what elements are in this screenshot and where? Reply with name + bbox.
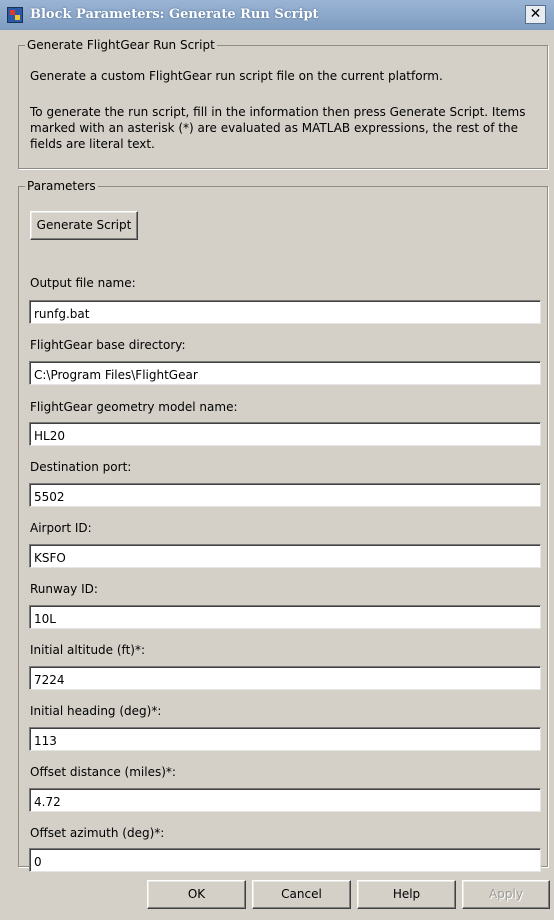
destination-port-field[interactable] xyxy=(29,483,541,507)
offset-azimuth-label: Offset azimuth (deg)*: xyxy=(30,826,165,840)
window-title: Block Parameters: Generate Run Script xyxy=(30,7,319,22)
ok-button[interactable]: OK xyxy=(147,880,246,909)
offset-azimuth-field[interactable] xyxy=(29,848,541,872)
airport-id-field[interactable] xyxy=(29,544,541,568)
offset-distance-field[interactable] xyxy=(29,788,541,812)
runway-id-label: Runway ID: xyxy=(30,582,98,596)
runway-id-field[interactable] xyxy=(29,605,541,629)
output-file-name-label: Output file name: xyxy=(30,276,136,290)
output-file-name-field[interactable] xyxy=(29,300,541,324)
parameters-group-legend: Parameters xyxy=(27,179,96,193)
initial-heading-label: Initial heading (deg)*: xyxy=(30,704,162,718)
initial-heading-field[interactable] xyxy=(29,727,541,751)
cancel-button[interactable]: Cancel xyxy=(252,880,351,909)
apply-button: Apply xyxy=(462,880,550,909)
initial-altitude-field[interactable] xyxy=(29,666,541,690)
base-directory-field[interactable] xyxy=(29,361,541,385)
airport-id-label: Airport ID: xyxy=(30,521,92,535)
initial-altitude-label: Initial altitude (ft)*: xyxy=(30,643,145,657)
geometry-model-field[interactable] xyxy=(29,422,541,446)
simulink-block-icon xyxy=(7,7,23,23)
generate-script-button[interactable]: Generate Script xyxy=(30,211,138,240)
description-text: Generate a custom FlightGear run script … xyxy=(30,69,443,83)
geometry-model-label: FlightGear geometry model name: xyxy=(30,400,238,414)
help-button[interactable]: Help xyxy=(357,880,456,909)
instructions-text: To generate the run script, fill in the … xyxy=(30,105,526,151)
title-bar[interactable]: Block Parameters: Generate Run Script ✕ xyxy=(0,0,554,30)
base-directory-label: FlightGear base directory: xyxy=(30,338,186,352)
description-group-legend: Generate FlightGear Run Script xyxy=(27,38,215,52)
destination-port-label: Destination port: xyxy=(30,460,132,474)
offset-distance-label: Offset distance (miles)*: xyxy=(30,765,176,779)
close-button[interactable]: ✕ xyxy=(525,5,546,24)
